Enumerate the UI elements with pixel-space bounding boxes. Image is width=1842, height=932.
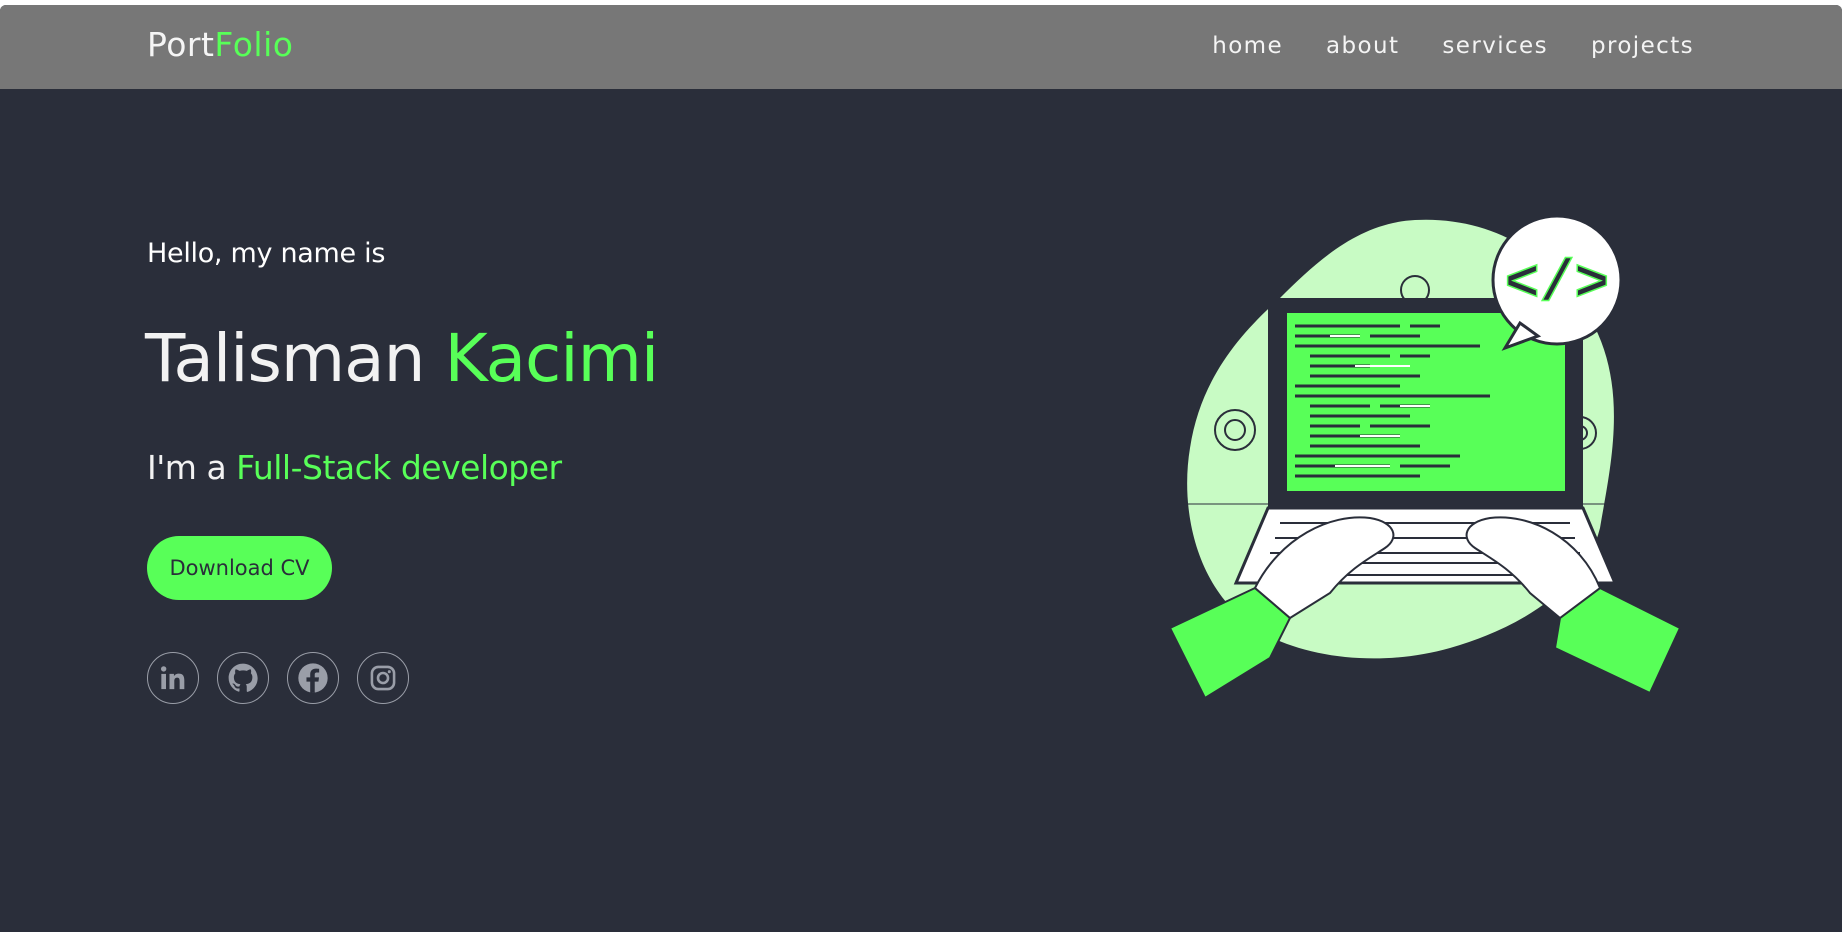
hero-first-name: Talisman: [145, 320, 425, 397]
hero-role-prefix: I'm a: [147, 448, 227, 487]
linkedin-link[interactable]: [147, 652, 199, 704]
facebook-link[interactable]: [287, 652, 339, 704]
instagram-icon: [370, 665, 396, 691]
github-icon: [228, 663, 258, 692]
hero-greeting: Hello, my name is: [147, 238, 386, 269]
nav-home-link[interactable]: home: [1212, 33, 1283, 59]
hero-last-name: Kacimi: [444, 320, 659, 397]
developer-laptop-illustration: </>: [1168, 214, 1682, 700]
hero-name: Talisman Kacimi: [145, 320, 659, 397]
site-logo[interactable]: PortFolio: [147, 25, 293, 64]
github-link[interactable]: [217, 652, 269, 704]
nav-projects-link[interactable]: projects: [1591, 33, 1694, 59]
hero-role-title: Full-Stack developer: [236, 448, 562, 487]
linkedin-icon: [160, 666, 185, 690]
main-nav: home about services projects: [1212, 33, 1694, 59]
hero-role: I'm a Full-Stack developer: [147, 448, 562, 487]
nav-services-link[interactable]: services: [1442, 33, 1548, 59]
page-frame: PortFolio home about services projects H…: [0, 5, 1842, 932]
logo-accent-text: Folio: [214, 25, 294, 64]
instagram-link[interactable]: [357, 652, 409, 704]
logo-text: Port: [147, 25, 215, 64]
facebook-icon: [298, 663, 328, 693]
code-symbol-icon: </>: [1505, 253, 1609, 318]
download-cv-button[interactable]: Download CV: [147, 536, 332, 600]
nav-about-link[interactable]: about: [1326, 33, 1399, 59]
left-sleeve: [1168, 586, 1292, 700]
navbar: PortFolio home about services projects: [0, 5, 1842, 89]
social-links: [147, 652, 409, 704]
